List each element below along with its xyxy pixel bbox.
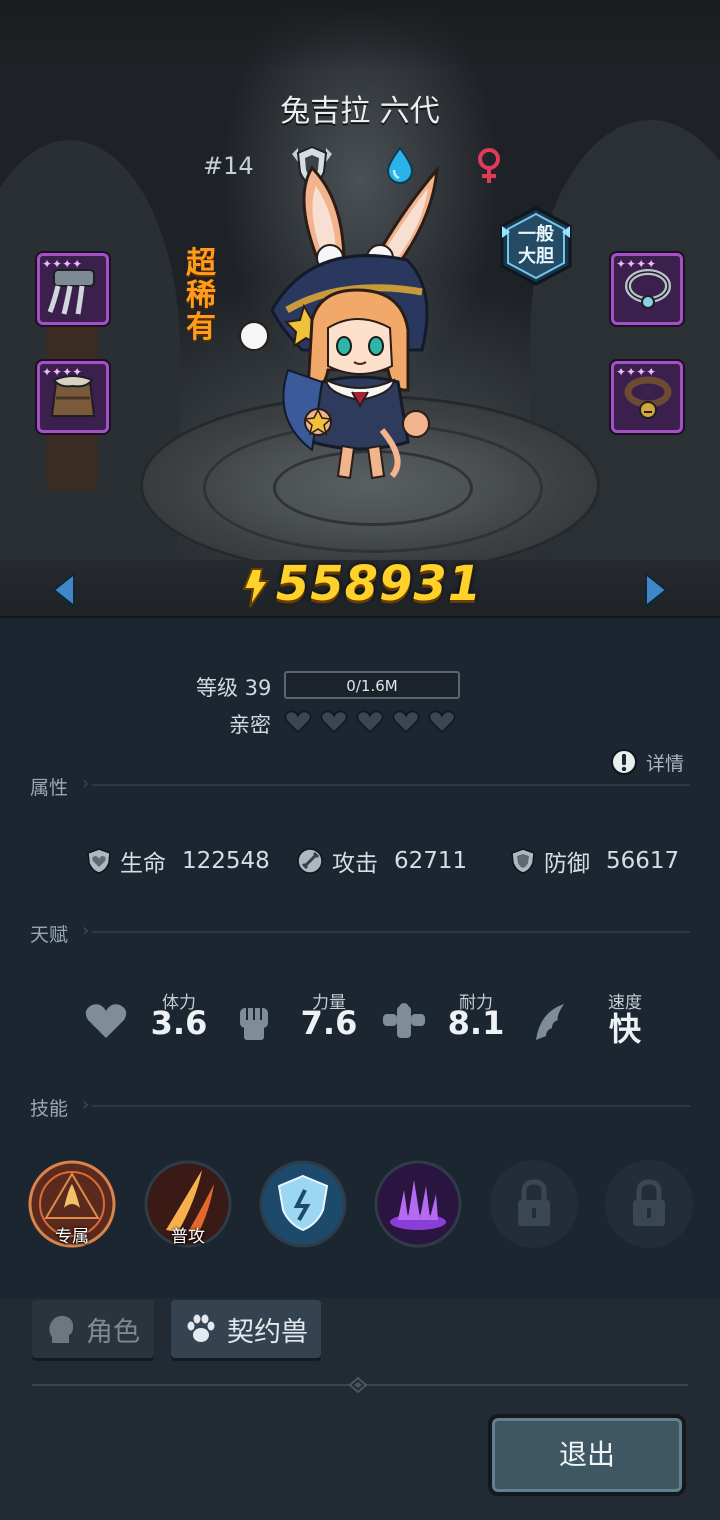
talent-endurance: 耐力 8.1 — [381, 988, 531, 1058]
stat-hp-value: 122548 — [182, 848, 270, 874]
star-rating-icon: ✦✦✦✦ — [42, 365, 83, 379]
level-label: 等级 39 — [196, 676, 272, 700]
exit-button[interactable]: 退出 — [488, 1414, 686, 1496]
talent-strength: 力量 7.6 — [234, 988, 384, 1058]
stat-defense-value: 56617 — [606, 848, 680, 874]
talent-speed-value: 快 — [608, 1010, 641, 1048]
chevron-right-icon: › — [82, 773, 90, 794]
experience-bar: 0/1.6M — [284, 671, 460, 699]
skills-section-label: 技能 — [30, 1098, 69, 1120]
details-button[interactable]: 详情 — [610, 748, 684, 776]
tab-pet[interactable]: 契约兽 — [171, 1300, 321, 1358]
details-label: 详情 — [646, 752, 685, 775]
equip-slot-collar[interactable]: ✦✦✦✦ — [611, 361, 683, 433]
stat-attack-value: 62711 — [394, 848, 468, 874]
chevron-right-icon: › — [82, 1094, 90, 1115]
shield-icon — [511, 848, 535, 874]
skill-exclusive[interactable]: 专属 — [28, 1160, 116, 1248]
attributes-section-header: 属性 › — [30, 773, 690, 799]
skill-locked-2[interactable] — [605, 1160, 693, 1248]
equip-slot-armor[interactable]: ✦✦✦✦ — [37, 361, 109, 433]
talents-section-label: 天赋 — [30, 924, 69, 946]
stat-defense: 防御 56617 — [510, 844, 679, 878]
heart-empty-icon — [356, 710, 384, 734]
combat-power: 558931 — [0, 556, 720, 612]
talent-strength-value: 7.6 — [300, 1004, 358, 1042]
attributes-section-label: 属性 — [30, 777, 69, 799]
character-head-icon — [49, 1315, 74, 1343]
wing-icon — [536, 1004, 564, 1040]
star-rating-icon: ✦✦✦✦ — [616, 257, 657, 271]
talent-endurance-value: 8.1 — [447, 1004, 505, 1042]
stat-attack-label: 攻击 — [332, 851, 378, 877]
skill-locked-1[interactable] — [490, 1160, 578, 1248]
talent-stamina-value: 3.6 — [150, 1004, 208, 1042]
star-rating-icon: ✦✦✦✦ — [616, 365, 657, 379]
stat-hp-label: 生命 — [120, 851, 166, 877]
info-exclamation-icon — [611, 749, 637, 775]
tab-character[interactable]: 角色 — [32, 1300, 154, 1358]
skill-normal-attack[interactable]: 普攻 — [144, 1160, 232, 1248]
next-character-arrow-icon[interactable] — [642, 570, 670, 610]
experience-text: 0/1.6M — [346, 677, 398, 695]
lock-icon — [633, 1179, 665, 1226]
talent-speed: 速度 快 — [530, 988, 680, 1058]
heart-icon — [85, 1004, 127, 1038]
star-rating-icon: ✦✦✦✦ — [42, 257, 83, 271]
trait-line-1: 一般 — [518, 224, 554, 245]
ceiling-beam — [0, 0, 720, 70]
shield-heart-icon — [87, 848, 111, 874]
personality-badge[interactable]: 一般 大胆 — [498, 206, 574, 286]
shadow-spikes-icon — [374, 1160, 462, 1248]
power-fist-icon — [242, 568, 270, 608]
skill-shadow-spikes[interactable] — [374, 1160, 462, 1248]
character-sprite[interactable] — [232, 160, 482, 490]
heart-empty-icon — [428, 710, 456, 734]
heart-empty-icon — [320, 710, 348, 734]
skill-normal-attack-label: 普攻 — [171, 1227, 205, 1247]
stat-defense-label: 防御 — [544, 851, 590, 877]
tab-character-label: 角色 — [86, 1316, 140, 1348]
trait-line-2: 大胆 — [518, 246, 554, 267]
heart-empty-icon — [392, 710, 420, 734]
chevron-right-icon: › — [82, 920, 90, 941]
skill-exclusive-label: 专属 — [55, 1227, 89, 1247]
prev-character-arrow-icon[interactable] — [50, 570, 78, 610]
talents-section-header: 天赋 › — [30, 920, 690, 946]
rarity-label: 超稀有 — [186, 246, 216, 345]
heart-empty-icon — [284, 710, 312, 734]
paw-icon — [187, 1314, 215, 1342]
stat-hp: 生命 122548 — [86, 844, 270, 878]
ice-shield-icon — [259, 1160, 347, 1248]
combat-power-value: 558931 — [275, 556, 483, 612]
divider-ornament-icon — [348, 1376, 368, 1394]
skill-ice-shield[interactable] — [259, 1160, 347, 1248]
equip-slot-weapon[interactable]: ✦✦✦✦ — [37, 253, 109, 325]
equip-slot-necklace[interactable]: ✦✦✦✦ — [611, 253, 683, 325]
tab-pet-label: 契约兽 — [227, 1316, 308, 1348]
fist-icon — [240, 1008, 268, 1040]
muscle-icon — [383, 1003, 425, 1038]
skills-section-header: 技能 › — [30, 1094, 690, 1120]
intimacy-label: 亲密 — [229, 713, 271, 737]
stat-attack: 攻击 62711 — [296, 844, 467, 878]
character-name: 兔吉拉 六代 — [280, 94, 440, 129]
intimacy-hearts — [284, 710, 456, 734]
talent-stamina: 体力 3.6 — [84, 988, 234, 1058]
sword-icon — [297, 848, 323, 874]
lock-icon — [518, 1179, 550, 1226]
